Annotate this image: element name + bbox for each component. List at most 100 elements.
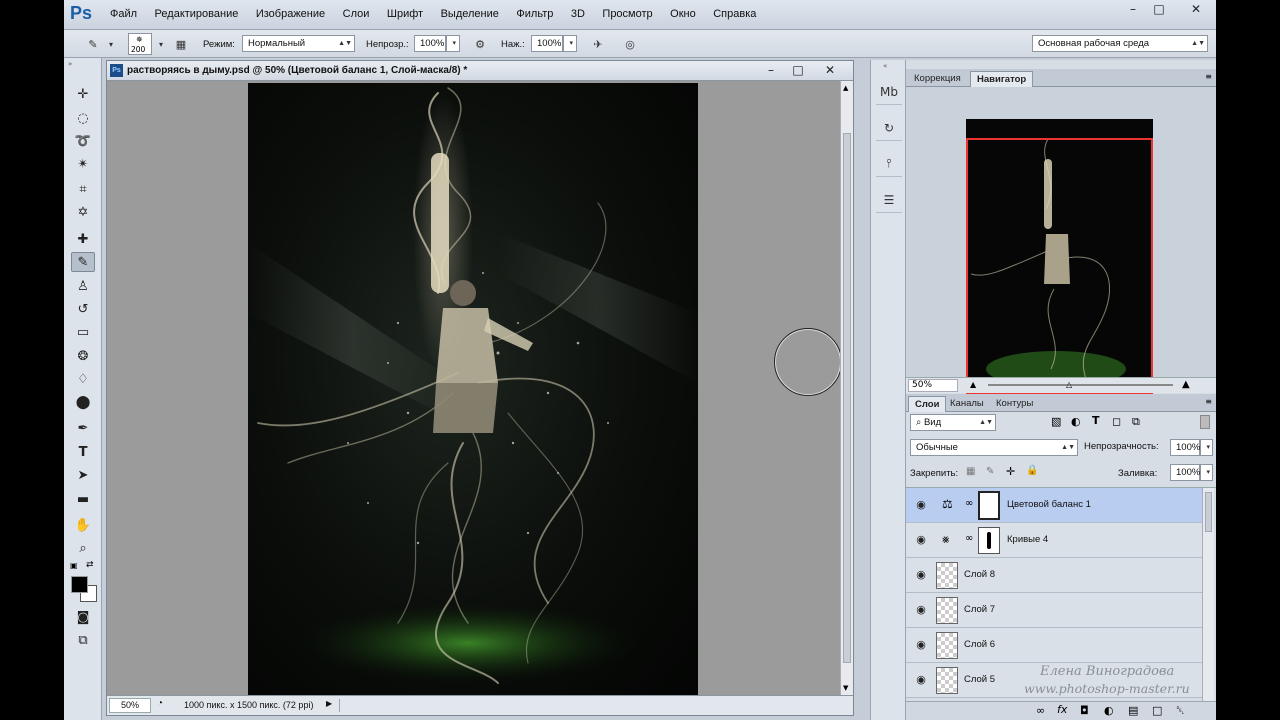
- menu-filter[interactable]: Фильтр: [516, 8, 553, 20]
- pressure-opacity-icon[interactable]: ⚙: [471, 35, 489, 53]
- layer-row-color-balance[interactable]: ◉ ⚖ ∞ Цветовой баланс 1: [906, 488, 1202, 523]
- artwork-image[interactable]: [248, 83, 698, 695]
- tab-navigator[interactable]: Навигатор: [970, 71, 1034, 87]
- link-icon[interactable]: ∞: [965, 533, 973, 544]
- minimize-button[interactable]: –: [1120, 2, 1146, 18]
- fill-arrow[interactable]: ▾: [1200, 464, 1213, 481]
- scroll-up-icon[interactable]: ▲: [843, 84, 848, 92]
- opacity-input[interactable]: 100%: [414, 35, 446, 52]
- layer-filter-select[interactable]: ⌕ Вид ▲▼: [910, 414, 996, 431]
- layer-mask-thumbnail[interactable]: [978, 491, 1000, 520]
- filter-smart-object-icon[interactable]: ⧉: [1132, 415, 1140, 429]
- clone-stamp-tool-icon[interactable]: ♙: [71, 276, 95, 296]
- tab-layers[interactable]: Слои: [908, 396, 947, 412]
- swap-colors-icon[interactable]: ⇄: [86, 560, 94, 570]
- default-colors-icon[interactable]: ▣: [70, 561, 78, 570]
- properties-panel-icon[interactable]: ☰: [876, 187, 902, 213]
- doc-close-button[interactable]: ✕: [819, 63, 841, 78]
- navigator-view-box[interactable]: [966, 138, 1153, 395]
- brush-presets-icon[interactable]: ⫯: [876, 151, 902, 177]
- menu-view[interactable]: Просмотр: [602, 8, 652, 20]
- maximize-button[interactable]: □: [1146, 2, 1172, 18]
- doc-minimize-button[interactable]: –: [760, 63, 782, 78]
- crop-tool-icon[interactable]: ⌗: [71, 179, 95, 199]
- link-icon[interactable]: ∞: [965, 498, 973, 509]
- airbrush-icon[interactable]: ✈: [589, 35, 607, 53]
- layer-row-curves[interactable]: ◉ ⨳ ∞ Кривые 4: [906, 523, 1202, 558]
- filter-type-icon[interactable]: T: [1092, 414, 1100, 427]
- lock-image-icon[interactable]: ✎: [986, 466, 994, 477]
- layer-opacity-input[interactable]: 100%: [1170, 439, 1200, 456]
- new-adjustment-icon[interactable]: ◐: [1104, 704, 1114, 717]
- zoom-in-icon[interactable]: ▲: [1182, 379, 1190, 390]
- scroll-down-icon[interactable]: ▼: [843, 684, 848, 692]
- marquee-tool-icon[interactable]: ◌: [71, 108, 95, 128]
- tab-adjustments[interactable]: Коррекция: [908, 71, 967, 87]
- close-button[interactable]: ✕: [1176, 2, 1216, 18]
- eraser-tool-icon[interactable]: ▭: [71, 322, 95, 342]
- lock-transparent-icon[interactable]: ▦: [966, 466, 975, 477]
- opacity-arrow-button[interactable]: ▾: [446, 35, 460, 52]
- pen-tool-icon[interactable]: ✒: [71, 418, 95, 438]
- eye-icon[interactable]: ◉: [914, 498, 928, 512]
- doc-maximize-button[interactable]: □: [787, 63, 809, 78]
- dodge-tool-icon[interactable]: ⬤: [71, 392, 95, 412]
- brush-tool-icon[interactable]: ✎: [84, 35, 102, 53]
- paint-bucket-tool-icon[interactable]: ❂: [71, 346, 95, 366]
- path-selection-tool-icon[interactable]: ➤: [71, 465, 95, 485]
- layer-row[interactable]: ◉ Слой 6: [906, 628, 1202, 663]
- vertical-scrollbar[interactable]: ▲ ▼: [840, 81, 853, 695]
- eye-icon[interactable]: ◉: [914, 638, 928, 652]
- history-brush-tool-icon[interactable]: ↺: [71, 299, 95, 319]
- eyedropper-tool-icon[interactable]: ✡: [71, 202, 95, 222]
- brush-preset-picker[interactable]: ✵ 200: [128, 33, 152, 55]
- zoom-out-icon[interactable]: ▲: [970, 380, 976, 389]
- move-tool-icon[interactable]: ✛: [71, 84, 95, 104]
- layer-mask-thumbnail[interactable]: [978, 527, 1000, 554]
- navigator-zoom-field[interactable]: 50%: [908, 379, 958, 392]
- menu-select[interactable]: Выделение: [441, 8, 499, 20]
- flow-arrow-button[interactable]: ▾: [563, 35, 577, 52]
- tool-preset-arrow-icon[interactable]: ▾: [102, 35, 120, 53]
- canvas-area[interactable]: [107, 81, 840, 695]
- brush-tool-icon[interactable]: ✎: [71, 252, 95, 272]
- brush-panel-toggle-icon[interactable]: ▦: [172, 35, 190, 53]
- screen-mode-icon[interactable]: ⧉: [71, 630, 95, 650]
- eye-icon[interactable]: ◉: [914, 533, 928, 547]
- eye-icon[interactable]: ◉: [914, 673, 928, 687]
- menu-image[interactable]: Изображение: [256, 8, 325, 20]
- lock-position-icon[interactable]: ✛: [1006, 465, 1015, 478]
- foreground-color-swatch[interactable]: [71, 576, 88, 593]
- layers-scrollbar-thumb[interactable]: [1205, 492, 1212, 532]
- menu-3d[interactable]: 3D: [571, 8, 585, 20]
- tab-channels[interactable]: Каналы: [944, 396, 990, 412]
- trash-icon[interactable]: ␡: [1176, 704, 1185, 718]
- menu-help[interactable]: Справка: [713, 8, 756, 20]
- tab-paths[interactable]: Контуры: [990, 396, 1039, 412]
- status-menu-arrow-icon[interactable]: ▶: [326, 699, 332, 708]
- navigator-thumbnail[interactable]: [966, 119, 1153, 397]
- zoom-field[interactable]: 50%: [109, 698, 151, 713]
- add-mask-icon[interactable]: ◘: [1080, 704, 1089, 717]
- lasso-tool-icon[interactable]: ➰: [71, 131, 95, 151]
- horizontal-scrollbar[interactable]: [339, 699, 839, 712]
- eye-icon[interactable]: ◉: [914, 568, 928, 582]
- menu-type[interactable]: Шрифт: [387, 8, 423, 20]
- new-group-icon[interactable]: ▤: [1128, 704, 1138, 717]
- workspace-select[interactable]: Основная рабочая среда ▲▼: [1032, 35, 1208, 52]
- menu-window[interactable]: Окно: [670, 8, 696, 20]
- mini-bridge-icon[interactable]: Mb: [876, 79, 902, 105]
- type-tool-icon[interactable]: T: [71, 442, 95, 462]
- history-panel-icon[interactable]: ↻: [876, 115, 902, 141]
- scrollbar-thumb[interactable]: [843, 133, 851, 663]
- filter-toggle[interactable]: [1200, 415, 1210, 429]
- mode-select[interactable]: Нормальный ▲▼: [242, 35, 355, 52]
- link-layers-icon[interactable]: ∞: [1036, 704, 1045, 717]
- filter-pixel-icon[interactable]: ▧: [1051, 415, 1061, 428]
- menu-file[interactable]: Файл: [110, 8, 137, 20]
- menu-edit[interactable]: Редактирование: [155, 8, 239, 20]
- expand-dock-icon[interactable]: «: [883, 62, 887, 70]
- layers-scrollbar[interactable]: [1202, 488, 1214, 701]
- brush-preset-arrow-icon[interactable]: ▾: [152, 35, 170, 53]
- document-tab[interactable]: Ps растворяясь в дыму.psd @ 50% (Цветово…: [107, 61, 853, 81]
